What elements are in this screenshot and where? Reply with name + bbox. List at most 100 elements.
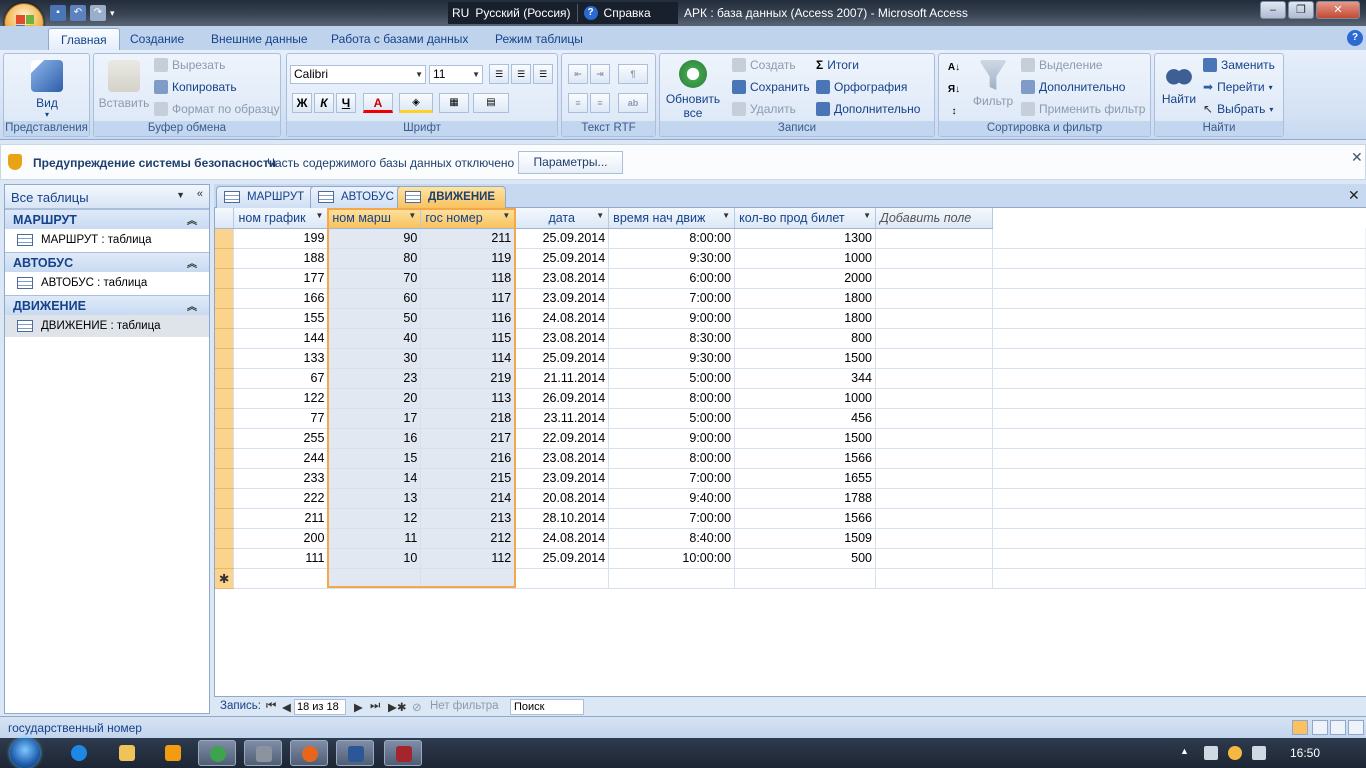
table-cell[interactable]: 255 xyxy=(233,428,329,449)
help-icon[interactable]: ? xyxy=(583,6,598,20)
table-cell[interactable]: 40 xyxy=(327,328,422,349)
row-selector[interactable] xyxy=(215,348,235,369)
new-record-button[interactable]: Создать xyxy=(732,58,796,72)
table-cell[interactable]: 114 xyxy=(420,348,516,369)
next-record-icon[interactable]: ▶ xyxy=(354,700,363,714)
table-cell[interactable]: 70 xyxy=(327,268,422,289)
table-cell[interactable]: 211 xyxy=(420,228,516,249)
table-cell[interactable]: 144 xyxy=(233,328,329,349)
table-cell[interactable]: 133 xyxy=(233,348,329,369)
align-left-icon[interactable]: ☰ xyxy=(489,64,509,84)
table-cell[interactable]: 28.10.2014 xyxy=(514,508,610,529)
table-cell[interactable] xyxy=(875,568,993,589)
table-cell[interactable]: 23.08.2014 xyxy=(514,328,610,349)
table-cell[interactable]: 1500 xyxy=(734,348,877,369)
table-cell[interactable]: 25.09.2014 xyxy=(514,228,610,249)
delete-record-button[interactable]: Удалить xyxy=(732,102,796,116)
table-cell[interactable]: 1500 xyxy=(734,428,877,449)
table-cell[interactable]: 116 xyxy=(420,308,516,329)
table-cell[interactable]: 177 xyxy=(233,268,329,289)
table-cell[interactable]: 1788 xyxy=(734,488,877,509)
table-cell[interactable]: 9:30:00 xyxy=(608,248,736,269)
italic-button[interactable]: К xyxy=(314,93,334,113)
row-selector[interactable] xyxy=(215,328,235,349)
filter-status[interactable]: Нет фильтра xyxy=(430,700,499,712)
tray-network-icon[interactable] xyxy=(1228,746,1242,760)
tab-home[interactable]: Главная xyxy=(48,28,120,50)
column-header[interactable]: ном график ▼ xyxy=(233,208,329,229)
taskbar-media-player[interactable] xyxy=(154,740,192,766)
more-records-button[interactable]: Дополнительно xyxy=(816,102,920,116)
last-record-icon[interactable]: ⏭ xyxy=(370,700,380,713)
table-cell[interactable]: 113 xyxy=(420,388,516,409)
add-field-cell[interactable] xyxy=(875,428,993,449)
column-header[interactable]: гос номер ▼ xyxy=(420,208,516,229)
table-cell[interactable]: 24.08.2014 xyxy=(514,308,610,329)
row-selector[interactable] xyxy=(215,548,235,569)
advanced-filter-button[interactable]: Дополнительно xyxy=(1021,80,1125,94)
nav-group-route[interactable]: МАРШРУТ ︽ xyxy=(5,209,209,229)
font-name-select[interactable]: Calibri ▼ xyxy=(290,65,426,84)
minimize-button[interactable]: – xyxy=(1260,1,1286,19)
table-row[interactable]: 77 17 218 23.11.2014 5:00:00 456 xyxy=(215,408,1366,429)
table-cell[interactable]: 10:00:00 xyxy=(608,548,736,569)
table-cell[interactable]: 200 xyxy=(233,528,329,549)
table-cell[interactable] xyxy=(420,568,516,589)
add-field-cell[interactable] xyxy=(875,228,993,249)
collapse-pane-icon[interactable]: « xyxy=(197,188,203,200)
doc-tab-route[interactable]: МАРШРУТ xyxy=(216,186,316,208)
add-field-cell[interactable] xyxy=(875,268,993,289)
add-field-cell[interactable] xyxy=(875,468,993,489)
table-cell[interactable]: 77 xyxy=(233,408,329,429)
chevron-down-icon[interactable]: ▼ xyxy=(722,211,730,220)
taskbar-word[interactable] xyxy=(336,740,374,766)
doc-tab-bus[interactable]: АВТОБУС xyxy=(310,186,405,208)
table-cell[interactable]: 1566 xyxy=(734,508,877,529)
spelling-button[interactable]: Орфография xyxy=(816,80,907,94)
add-field-cell[interactable] xyxy=(875,348,993,369)
customize-qat-icon[interactable]: ▾ xyxy=(110,8,115,19)
table-cell[interactable]: 23.11.2014 xyxy=(514,408,610,429)
table-cell[interactable]: 1509 xyxy=(734,528,877,549)
table-cell[interactable]: 199 xyxy=(233,228,329,249)
chevron-down-icon[interactable]: ▼ xyxy=(315,211,323,220)
bullets-icon[interactable]: ≡ xyxy=(568,93,588,113)
add-field-cell[interactable] xyxy=(875,308,993,329)
table-row[interactable]: 255 16 217 22.09.2014 9:00:00 1500 xyxy=(215,428,1366,449)
language-code[interactable]: RU xyxy=(452,6,469,20)
sort-descending-icon[interactable]: Я↓ xyxy=(944,81,964,101)
new-record-row[interactable]: ✱ xyxy=(215,568,1366,589)
search-input[interactable]: Поиск xyxy=(510,699,584,715)
close-window-button[interactable]: ✕ xyxy=(1316,1,1360,19)
security-options-button[interactable]: Параметры... xyxy=(518,151,623,174)
table-cell[interactable]: 222 xyxy=(233,488,329,509)
table-row[interactable]: 111 10 112 25.09.2014 10:00:00 500 xyxy=(215,548,1366,569)
nav-item-bus-table[interactable]: АВТОБУС : таблица xyxy=(5,272,209,294)
table-cell[interactable]: 456 xyxy=(734,408,877,429)
selection-button[interactable]: Выделение xyxy=(1021,58,1103,72)
toggle-filter-button[interactable]: Применить фильтр xyxy=(1021,102,1145,116)
volume-icon[interactable] xyxy=(1252,746,1266,760)
table-cell[interactable]: 233 xyxy=(233,468,329,489)
table-cell[interactable]: 90 xyxy=(327,228,422,249)
goto-button[interactable]: ➡ Перейти ▾ xyxy=(1203,80,1273,94)
clear-sort-icon[interactable]: ↕ xyxy=(944,103,964,123)
table-cell[interactable]: 9:00:00 xyxy=(608,308,736,329)
table-cell[interactable]: 1566 xyxy=(734,448,877,469)
table-cell[interactable]: 166 xyxy=(233,288,329,309)
nav-group-bus[interactable]: АВТОБУС ︽ xyxy=(5,252,209,272)
language-name[interactable]: Русский (Россия) xyxy=(475,6,570,20)
table-cell[interactable]: 23.09.2014 xyxy=(514,468,610,489)
table-cell[interactable]: 21.11.2014 xyxy=(514,368,610,389)
table-cell[interactable] xyxy=(734,568,877,589)
table-cell[interactable]: 1000 xyxy=(734,388,877,409)
taskbar-app-green[interactable] xyxy=(198,740,236,766)
table-cell[interactable]: 8:30:00 xyxy=(608,328,736,349)
taskbar-app-device[interactable] xyxy=(244,740,282,766)
add-field-cell[interactable] xyxy=(875,288,993,309)
font-color-icon[interactable]: A xyxy=(363,93,393,113)
nav-item-route-table[interactable]: МАРШРУТ : таблица xyxy=(5,229,209,251)
select-button[interactable]: ↖ Выбрать ▾ xyxy=(1203,102,1273,116)
table-cell[interactable]: 11 xyxy=(327,528,422,549)
prev-record-icon[interactable]: ◀ xyxy=(282,700,291,714)
